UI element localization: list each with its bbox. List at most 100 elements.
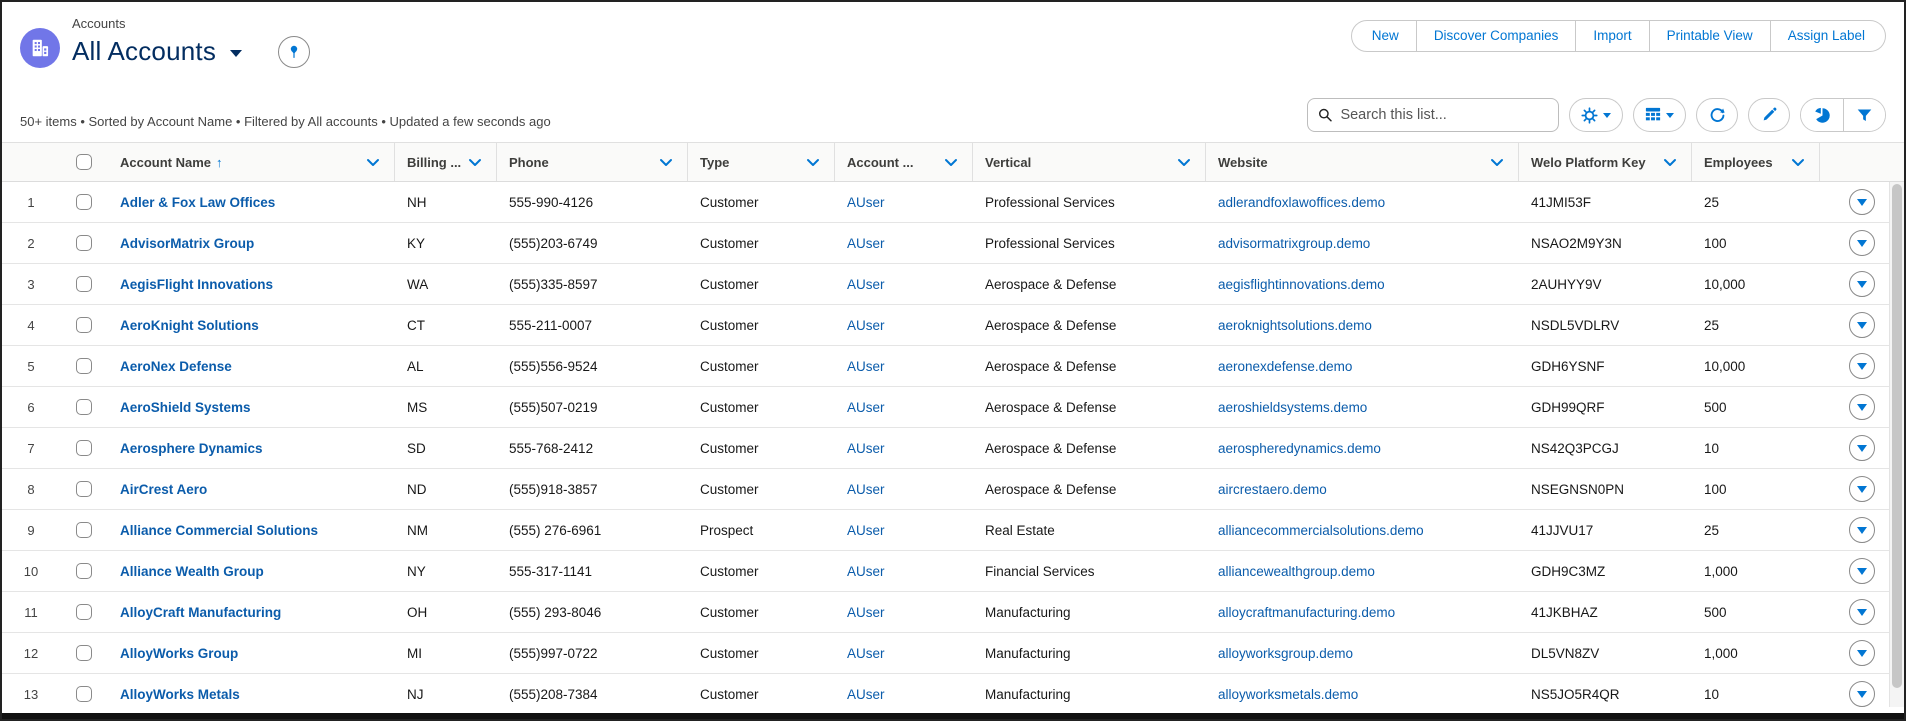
account-owner-link[interactable]: AUser	[847, 236, 885, 251]
account-name-link[interactable]: AeroNex Defense	[120, 359, 232, 374]
website-link[interactable]: aircrestaero.demo	[1218, 482, 1327, 497]
row-checkbox[interactable]	[76, 645, 92, 661]
account-name-link[interactable]: AlloyWorks Group	[120, 646, 238, 661]
account-owner-link[interactable]: AUser	[847, 523, 885, 538]
row-actions-button[interactable]	[1849, 517, 1875, 543]
account-name-link[interactable]: AlloyCraft Manufacturing	[120, 605, 281, 620]
account-name-link[interactable]: AdvisorMatrix Group	[120, 236, 254, 251]
welo-key-column-menu[interactable]	[1661, 156, 1679, 169]
account-name-link[interactable]: AlloyWorks Metals	[120, 687, 240, 702]
display-as-button[interactable]	[1633, 98, 1686, 132]
row-checkbox[interactable]	[76, 563, 92, 579]
column-header-welo-platform-key[interactable]: Welo Platform Key	[1519, 143, 1692, 181]
column-header-website[interactable]: Website	[1206, 143, 1519, 181]
account-name-link[interactable]: Alliance Commercial Solutions	[120, 523, 318, 538]
row-actions-button[interactable]	[1849, 312, 1875, 338]
row-checkbox[interactable]	[76, 358, 92, 374]
website-link[interactable]: aerospheredynamics.demo	[1218, 441, 1381, 456]
list-view-settings-button[interactable]	[1569, 98, 1623, 132]
select-all-checkbox[interactable]	[76, 154, 92, 170]
search-input[interactable]	[1340, 107, 1548, 123]
website-column-menu[interactable]	[1488, 156, 1506, 169]
row-actions-button[interactable]	[1849, 435, 1875, 461]
row-checkbox[interactable]	[76, 522, 92, 538]
website-link[interactable]: advisormatrixgroup.demo	[1218, 236, 1370, 251]
list-view-selector-caret-icon[interactable]	[230, 50, 242, 57]
employees-column-menu[interactable]	[1789, 156, 1807, 169]
row-actions-button[interactable]	[1849, 271, 1875, 297]
account-owner-column-menu[interactable]	[942, 156, 960, 169]
import-button[interactable]: Import	[1576, 20, 1649, 52]
refresh-button[interactable]	[1696, 98, 1738, 132]
row-actions-button[interactable]	[1849, 230, 1875, 256]
column-header-phone[interactable]: Phone	[497, 143, 688, 181]
website-link[interactable]: alloyworksmetals.demo	[1218, 687, 1358, 702]
account-name-column-menu[interactable]	[364, 156, 382, 169]
account-owner-link[interactable]: AUser	[847, 646, 885, 661]
account-name-link[interactable]: AirCrest Aero	[120, 482, 207, 497]
row-actions-button[interactable]	[1849, 681, 1875, 707]
website-link[interactable]: aegisflightinnovations.demo	[1218, 277, 1385, 292]
vertical-scrollbar[interactable]	[1889, 182, 1904, 707]
column-header-billing-state[interactable]: Billing ...	[395, 143, 497, 181]
row-checkbox[interactable]	[76, 235, 92, 251]
printable-view-button[interactable]: Printable View	[1650, 20, 1771, 52]
account-name-link[interactable]: Aerosphere Dynamics	[120, 441, 263, 456]
website-link[interactable]: aeroknightsolutions.demo	[1218, 318, 1372, 333]
new-button[interactable]: New	[1351, 20, 1417, 52]
account-name-link[interactable]: AeroKnight Solutions	[120, 318, 259, 333]
website-link[interactable]: alloycraftmanufacturing.demo	[1218, 605, 1395, 620]
row-actions-button[interactable]	[1849, 353, 1875, 379]
column-header-account-owner[interactable]: Account ...	[835, 143, 973, 181]
account-name-link[interactable]: AegisFlight Innovations	[120, 277, 273, 292]
billing-state-column-menu[interactable]	[466, 156, 484, 169]
row-checkbox[interactable]	[76, 481, 92, 497]
charts-button[interactable]	[1801, 99, 1843, 131]
account-owner-link[interactable]: AUser	[847, 605, 885, 620]
row-actions-button[interactable]	[1849, 189, 1875, 215]
pin-list-view-button[interactable]	[278, 36, 310, 68]
row-actions-button[interactable]	[1849, 599, 1875, 625]
row-checkbox[interactable]	[76, 440, 92, 456]
account-owner-link[interactable]: AUser	[847, 277, 885, 292]
column-header-account-name[interactable]: Account Name ↑	[108, 143, 395, 181]
row-checkbox[interactable]	[76, 317, 92, 333]
row-actions-button[interactable]	[1849, 558, 1875, 584]
website-link[interactable]: alliancecommercialsolutions.demo	[1218, 523, 1424, 538]
assign-label-button[interactable]: Assign Label	[1771, 20, 1886, 52]
website-link[interactable]: alliancewealthgroup.demo	[1218, 564, 1375, 579]
row-actions-button[interactable]	[1849, 476, 1875, 502]
website-link[interactable]: aeroshieldsystems.demo	[1218, 400, 1367, 415]
row-actions-button[interactable]	[1849, 640, 1875, 666]
discover-companies-button[interactable]: Discover Companies	[1417, 20, 1577, 52]
row-checkbox[interactable]	[76, 194, 92, 210]
account-owner-link[interactable]: AUser	[847, 687, 885, 702]
row-actions-button[interactable]	[1849, 394, 1875, 420]
account-owner-link[interactable]: AUser	[847, 195, 885, 210]
website-link[interactable]: adlerandfoxlawoffices.demo	[1218, 195, 1385, 210]
scrollbar-thumb[interactable]	[1892, 184, 1902, 688]
vertical-column-menu[interactable]	[1175, 156, 1193, 169]
account-owner-link[interactable]: AUser	[847, 482, 885, 497]
account-name-link[interactable]: Alliance Wealth Group	[120, 564, 264, 579]
edit-list-button[interactable]	[1748, 98, 1790, 132]
account-owner-link[interactable]: AUser	[847, 400, 885, 415]
account-owner-link[interactable]: AUser	[847, 564, 885, 579]
column-header-type[interactable]: Type	[688, 143, 835, 181]
type-column-menu[interactable]	[804, 156, 822, 169]
account-owner-link[interactable]: AUser	[847, 318, 885, 333]
filters-button[interactable]	[1843, 99, 1885, 131]
column-header-employees[interactable]: Employees	[1692, 143, 1820, 181]
row-checkbox[interactable]	[76, 686, 92, 702]
row-checkbox[interactable]	[76, 604, 92, 620]
row-checkbox[interactable]	[76, 276, 92, 292]
website-link[interactable]: alloyworksgroup.demo	[1218, 646, 1353, 661]
phone-column-menu[interactable]	[657, 156, 675, 169]
account-name-link[interactable]: AeroShield Systems	[120, 400, 251, 415]
account-owner-link[interactable]: AUser	[847, 441, 885, 456]
column-header-vertical[interactable]: Vertical	[973, 143, 1206, 181]
website-link[interactable]: aeronexdefense.demo	[1218, 359, 1352, 374]
account-name-link[interactable]: Adler & Fox Law Offices	[120, 195, 275, 210]
account-owner-link[interactable]: AUser	[847, 359, 885, 374]
row-checkbox[interactable]	[76, 399, 92, 415]
